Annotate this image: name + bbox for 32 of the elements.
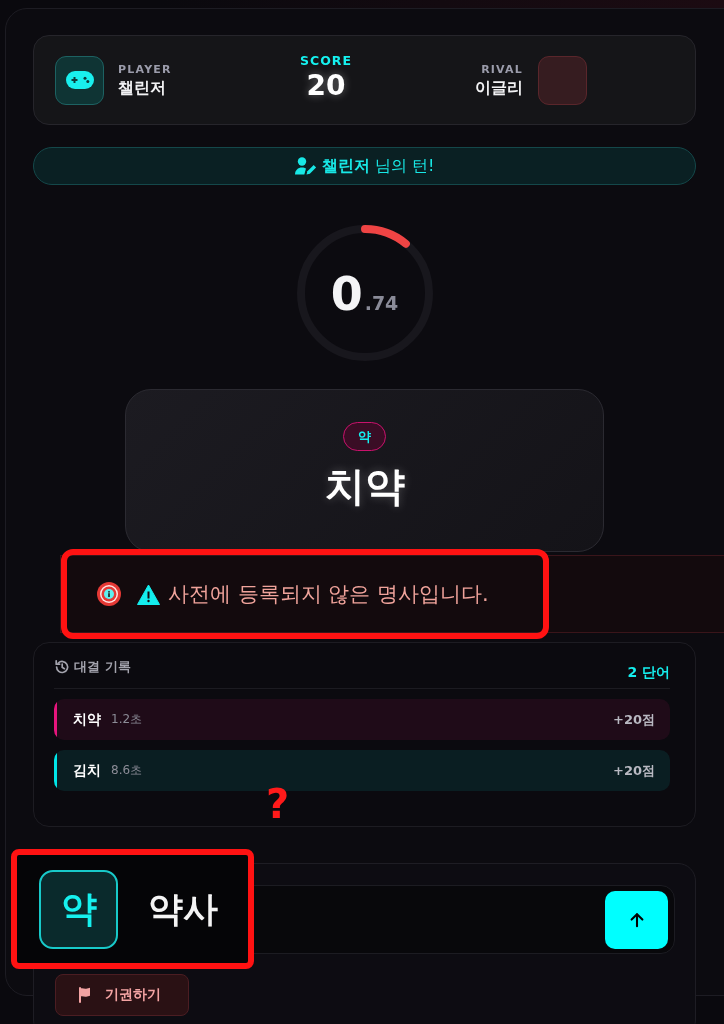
send-button[interactable] bbox=[605, 890, 668, 949]
history-points: +20점 bbox=[613, 710, 655, 729]
alert-icon bbox=[97, 582, 121, 606]
gamepad-icon bbox=[65, 71, 94, 89]
warning-icon bbox=[137, 583, 160, 605]
rival-avatar bbox=[538, 55, 587, 105]
history-points: +20점 bbox=[613, 761, 655, 780]
timer-seconds: 0 bbox=[330, 269, 363, 319]
start-letter-tile: 약 bbox=[39, 869, 118, 949]
question-mark: ? bbox=[266, 780, 290, 828]
typed-answer: 약사 bbox=[148, 887, 218, 931]
word-count: 2 단어 bbox=[627, 663, 670, 681]
history-time: 1.2초 bbox=[111, 711, 143, 728]
rival-label: RIVAL bbox=[481, 62, 523, 77]
player-label: PLAYER bbox=[118, 62, 172, 77]
rival-name: 이글리 bbox=[475, 77, 523, 98]
history-word: 김치 bbox=[73, 761, 101, 780]
score-label: SCORE bbox=[300, 52, 352, 68]
history-title: 대결 기록 bbox=[74, 659, 131, 675]
surrender-button[interactable]: 기권하기 bbox=[55, 974, 189, 1016]
user-edit-icon bbox=[294, 157, 317, 175]
current-word: 치약 bbox=[324, 462, 405, 510]
flag-icon bbox=[78, 987, 93, 1003]
score-value: 20 bbox=[306, 69, 346, 102]
error-message: 사전에 등록되지 않은 명사입니다. bbox=[168, 581, 489, 608]
history-word: 치약 bbox=[73, 710, 101, 729]
turn-message: 챌린저 님의 턴! bbox=[321, 155, 435, 177]
start-letter-badge: 약 bbox=[343, 422, 386, 451]
timer-fraction: .74 bbox=[364, 292, 399, 314]
player-name: 챌린저 bbox=[118, 77, 167, 98]
history-time: 8.6초 bbox=[111, 762, 143, 779]
history-icon bbox=[54, 659, 70, 675]
